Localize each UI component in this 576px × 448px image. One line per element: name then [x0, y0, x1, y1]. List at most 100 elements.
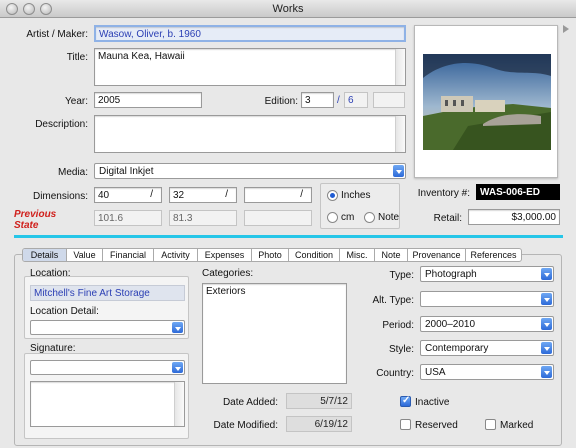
signature-label: Signature:	[30, 343, 76, 354]
media-select[interactable]: Digital Inkjet	[94, 163, 406, 179]
period-select[interactable]: 2000–2010	[420, 316, 554, 332]
type-label: Type:	[389, 270, 414, 281]
style-label: Style:	[388, 344, 414, 355]
note-label: Note	[378, 212, 400, 223]
tab-bar: Details Value Financial Activity Expense…	[22, 248, 522, 262]
signature-scrollbar[interactable]	[174, 382, 184, 426]
alt-type-select[interactable]	[420, 291, 554, 307]
edition-total-field: 6	[344, 92, 368, 108]
chevron-down-icon	[541, 293, 552, 305]
dimension-separator: /	[150, 189, 153, 200]
title-label: Title:	[66, 52, 88, 63]
title-scrollbar[interactable]	[395, 49, 405, 85]
artwork-image-frame[interactable]	[414, 25, 558, 178]
retail-field[interactable]: $3,000.00	[468, 209, 560, 225]
date-modified-label: Date Modified:	[213, 420, 278, 431]
dimension-separator: /	[300, 189, 303, 200]
cm-radio[interactable]	[327, 212, 338, 223]
edition-number-field[interactable]: 3	[301, 92, 334, 108]
previous-height-field: 101.6	[94, 210, 162, 226]
signature-select[interactable]	[30, 360, 185, 375]
title-bar: Works	[0, 0, 576, 18]
chevron-down-icon	[541, 366, 552, 378]
country-value: USA	[425, 367, 446, 378]
categories-label: Categories:	[202, 268, 254, 279]
type-value: Photograph	[425, 269, 477, 280]
signature-text-field[interactable]	[30, 381, 185, 427]
tab-photo[interactable]: Photo	[252, 249, 289, 261]
marked-label: Marked	[500, 420, 534, 431]
categories-list[interactable]: Exteriors	[202, 283, 347, 384]
retail-label: Retail:	[433, 213, 462, 224]
tab-details[interactable]: Details	[23, 249, 67, 261]
tab-financial[interactable]: Financial	[103, 249, 154, 261]
tab-expenses[interactable]: Expenses	[198, 249, 252, 261]
inactive-checkbox[interactable]	[400, 395, 411, 407]
dimension-height-value: 40	[98, 190, 110, 201]
previous-state-line2: State	[14, 220, 39, 231]
dimension-width-field[interactable]: 32 /	[169, 187, 237, 203]
year-label: Year:	[65, 96, 88, 107]
tab-note[interactable]: Note	[375, 249, 408, 261]
tab-provenance[interactable]: Provenance	[408, 249, 466, 261]
dimensions-label: Dimensions:	[32, 191, 88, 202]
note-radio[interactable]	[364, 212, 375, 223]
location-field[interactable]: Mitchell's Fine Art Storage	[30, 285, 185, 301]
artist-label: Artist / Maker:	[26, 29, 88, 40]
location-label: Location:	[30, 268, 71, 279]
title-field[interactable]: Mauna Kea, Hawaii	[94, 48, 406, 86]
previous-width-field: 81.3	[169, 210, 237, 226]
date-added-field: 5/7/12	[286, 393, 352, 409]
media-label: Media:	[57, 167, 88, 178]
tab-references[interactable]: References	[466, 249, 521, 261]
inventory-field[interactable]: WAS-006-ED	[476, 184, 560, 200]
artist-field[interactable]: Wasow, Oliver, b. 1960	[94, 25, 406, 42]
location-detail-label: Location Detail:	[30, 306, 99, 317]
artwork-photo	[423, 54, 551, 150]
alt-type-label: Alt. Type:	[372, 295, 414, 306]
description-field[interactable]	[94, 115, 406, 153]
dimension-width-value: 32	[173, 190, 185, 201]
previous-state-line1: Previous	[14, 209, 57, 220]
reserved-checkbox[interactable]	[400, 419, 411, 430]
edition-separator: /	[337, 95, 340, 106]
dimension-depth-field[interactable]: /	[244, 187, 312, 203]
dimension-height-field[interactable]: 40 /	[94, 187, 162, 203]
period-value: 2000–2010	[425, 319, 476, 330]
country-select[interactable]: USA	[420, 364, 554, 380]
edition-extra-field	[373, 92, 405, 108]
chevron-down-icon	[541, 318, 552, 330]
previous-depth-field	[244, 210, 312, 226]
cm-label: cm	[341, 212, 355, 223]
inventory-label: Inventory #:	[417, 188, 470, 199]
date-added-label: Date Added:	[222, 397, 278, 408]
country-label: Country:	[376, 368, 414, 379]
tab-value[interactable]: Value	[67, 249, 103, 261]
tab-condition[interactable]: Condition	[289, 249, 340, 261]
tab-activity[interactable]: Activity	[154, 249, 198, 261]
window-title: Works	[272, 3, 304, 15]
location-detail-select[interactable]	[30, 320, 185, 335]
chevron-down-icon	[393, 165, 404, 177]
chevron-down-icon	[172, 362, 183, 373]
tab-misc[interactable]: Misc.	[340, 249, 375, 261]
chevron-down-icon	[172, 322, 183, 333]
category-item[interactable]: Exteriors	[206, 286, 343, 297]
marked-checkbox[interactable]	[485, 419, 496, 430]
dimension-separator: /	[225, 189, 228, 200]
title-value: Mauna Kea, Hawaii	[98, 51, 185, 62]
chevron-down-icon	[541, 342, 552, 354]
description-scrollbar[interactable]	[395, 116, 405, 152]
reserved-label: Reserved	[415, 420, 458, 431]
chevron-down-icon	[541, 268, 552, 280]
period-label: Period:	[382, 320, 414, 331]
edition-label: Edition:	[264, 96, 298, 107]
style-select[interactable]: Contemporary	[420, 340, 554, 356]
type-select[interactable]: Photograph	[420, 266, 554, 282]
date-modified-field: 6/19/12	[286, 416, 352, 432]
style-value: Contemporary	[425, 343, 489, 354]
year-field[interactable]: 2005	[94, 92, 202, 108]
inches-radio[interactable]	[327, 190, 338, 201]
previous-state-label: Previous State	[14, 209, 56, 231]
toolbar-toggle-icon[interactable]	[563, 25, 569, 33]
